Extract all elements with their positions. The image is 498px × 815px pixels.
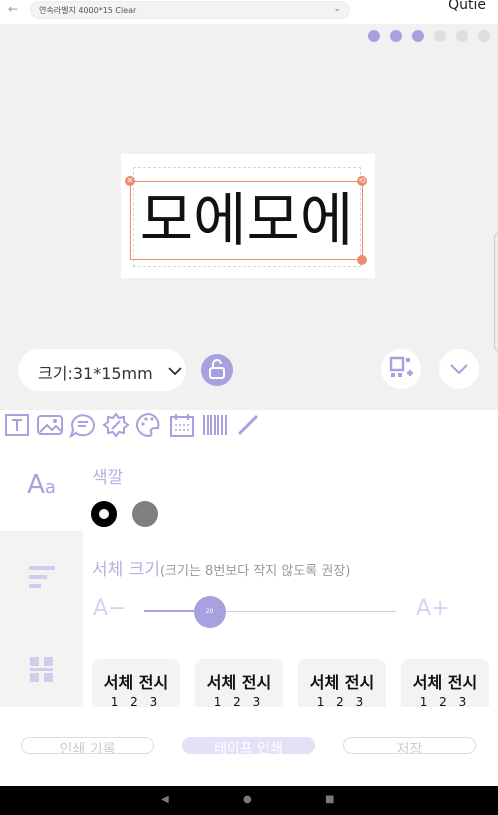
tab-font[interactable]: Aa: [0, 439, 83, 531]
font-card-name: 서체 전시: [412, 673, 478, 692]
font-card-digits: 1 2 3: [213, 695, 265, 707]
print-history-button[interactable]: 인쇄 기록: [21, 737, 154, 754]
tape-select[interactable]: 연속라벨지 4000*15 Clear ⌄: [30, 1, 350, 19]
color-swatch-black[interactable]: [91, 501, 117, 527]
font-card[interactable]: 서체 전시 1 2 3: [195, 659, 283, 707]
element-toolbar: [0, 410, 498, 439]
font-card-digits: 1 2 3: [110, 695, 162, 707]
image-tool[interactable]: [33, 410, 66, 439]
chevron-down-icon: ⌄: [333, 4, 341, 14]
barcode-icon: [202, 414, 227, 435]
grid-add-icon: [389, 356, 413, 377]
font-card[interactable]: 서체 전시 1 2 3: [92, 659, 180, 707]
font-card-digits: 1 2 3: [419, 695, 471, 707]
image-icon: [36, 414, 63, 435]
back-arrow-icon[interactable]: ←: [8, 2, 18, 16]
top-bar: ← 연속라벨지 4000*15 Clear ⌄ Qutie: [0, 0, 498, 24]
tape-print-button[interactable]: 테이프 인쇄: [182, 737, 315, 754]
label-text: 모에모에: [139, 186, 354, 254]
font-size-note: (크기는 8번보다 작지 않도록 권장): [159, 564, 351, 579]
nav-back-icon[interactable]: ◀: [161, 794, 169, 805]
font-size-slider-thumb[interactable]: 20: [193, 596, 226, 628]
emoji-tool[interactable]: [99, 410, 132, 439]
font-card[interactable]: 서체 전시 1 2 3: [401, 659, 489, 707]
nav-recents-icon[interactable]: ■: [325, 794, 334, 805]
chevron-down-icon: [168, 367, 182, 376]
font-card-name: 서체 전시: [309, 673, 375, 692]
save-button[interactable]: 저장: [343, 737, 476, 754]
font-list: 서체 전시 1 2 3 서체 전시 1 2 3 서체 전시 1 2 3 서체 전…: [92, 659, 498, 707]
nav-home-icon[interactable]: ●: [243, 794, 252, 805]
rotate-handle-icon[interactable]: ⟲: [357, 176, 367, 186]
color-swatch-gray[interactable]: [132, 501, 158, 527]
calendar-tool[interactable]: [165, 410, 198, 439]
side-drawer-handle[interactable]: [494, 232, 498, 352]
font-card-name: 서체 전시: [206, 673, 272, 692]
edit-icon-row: [368, 30, 490, 42]
size-selector[interactable]: 크기:31*15mm: [18, 349, 186, 391]
unlock-icon: [209, 359, 225, 379]
color-title: 색깔: [92, 468, 124, 488]
palette-tool[interactable]: [132, 410, 165, 439]
barcode-tool[interactable]: [198, 410, 231, 439]
layout-icon: [29, 657, 53, 682]
text-icon: [4, 413, 29, 436]
decrease-font-button[interactable]: A−: [93, 596, 126, 621]
redo-icon[interactable]: [478, 30, 490, 42]
delete-icon[interactable]: [368, 30, 380, 42]
lock-button[interactable]: [201, 354, 233, 386]
tape-select-label: 연속라벨지 4000*15 Clear: [39, 6, 137, 15]
text-element[interactable]: 모에모에: [130, 181, 363, 260]
text-tool[interactable]: [0, 410, 33, 439]
resize-handle-icon[interactable]: [357, 255, 367, 265]
brand-title: Qutie: [448, 0, 486, 13]
tab-align[interactable]: [0, 531, 83, 623]
undo-icon[interactable]: [456, 30, 468, 42]
align-add-button[interactable]: [381, 349, 421, 389]
collapse-button[interactable]: [439, 349, 479, 389]
layer-icon[interactable]: [390, 30, 402, 42]
system-nav-bar: ◀ ● ■: [0, 786, 498, 815]
properties-panel: Aa 색깔 서체 크기(크기는 8번보다 작지 않도록 권장) A− 20 A+…: [0, 439, 498, 707]
line-tool[interactable]: [231, 410, 264, 439]
line-icon: [237, 414, 258, 435]
font-size-title: 서체 크기: [92, 560, 160, 580]
badge-icon: [101, 411, 130, 438]
sticker-tool[interactable]: [66, 410, 99, 439]
action-bar: 인쇄 기록 테이프 인쇄 저장: [0, 707, 498, 786]
font-size-title-row: 서체 크기(크기는 8번보다 작지 않도록 권장): [92, 555, 350, 580]
chevron-down-icon: [450, 364, 468, 375]
increase-font-button[interactable]: A+: [416, 596, 449, 621]
font-card-digits: 1 2 3: [316, 695, 368, 707]
calendar-icon: [169, 413, 194, 437]
panel-sidebar: Aa: [0, 439, 83, 707]
font-icon: Aa: [27, 470, 56, 500]
selected-indicator: [99, 509, 109, 519]
palette-icon: [135, 412, 159, 437]
size-label: 크기:31*15mm: [38, 364, 153, 383]
align-left-icon: [28, 566, 55, 588]
speech-bubble-icon: [68, 413, 95, 438]
font-card[interactable]: 서체 전시 1 2 3: [298, 659, 386, 707]
paste-icon[interactable]: [434, 30, 446, 42]
tab-layout[interactable]: [0, 623, 83, 715]
font-card-name: 서체 전시: [103, 673, 169, 692]
copy-icon[interactable]: [412, 30, 424, 42]
delete-handle-icon[interactable]: ✕: [125, 176, 135, 186]
